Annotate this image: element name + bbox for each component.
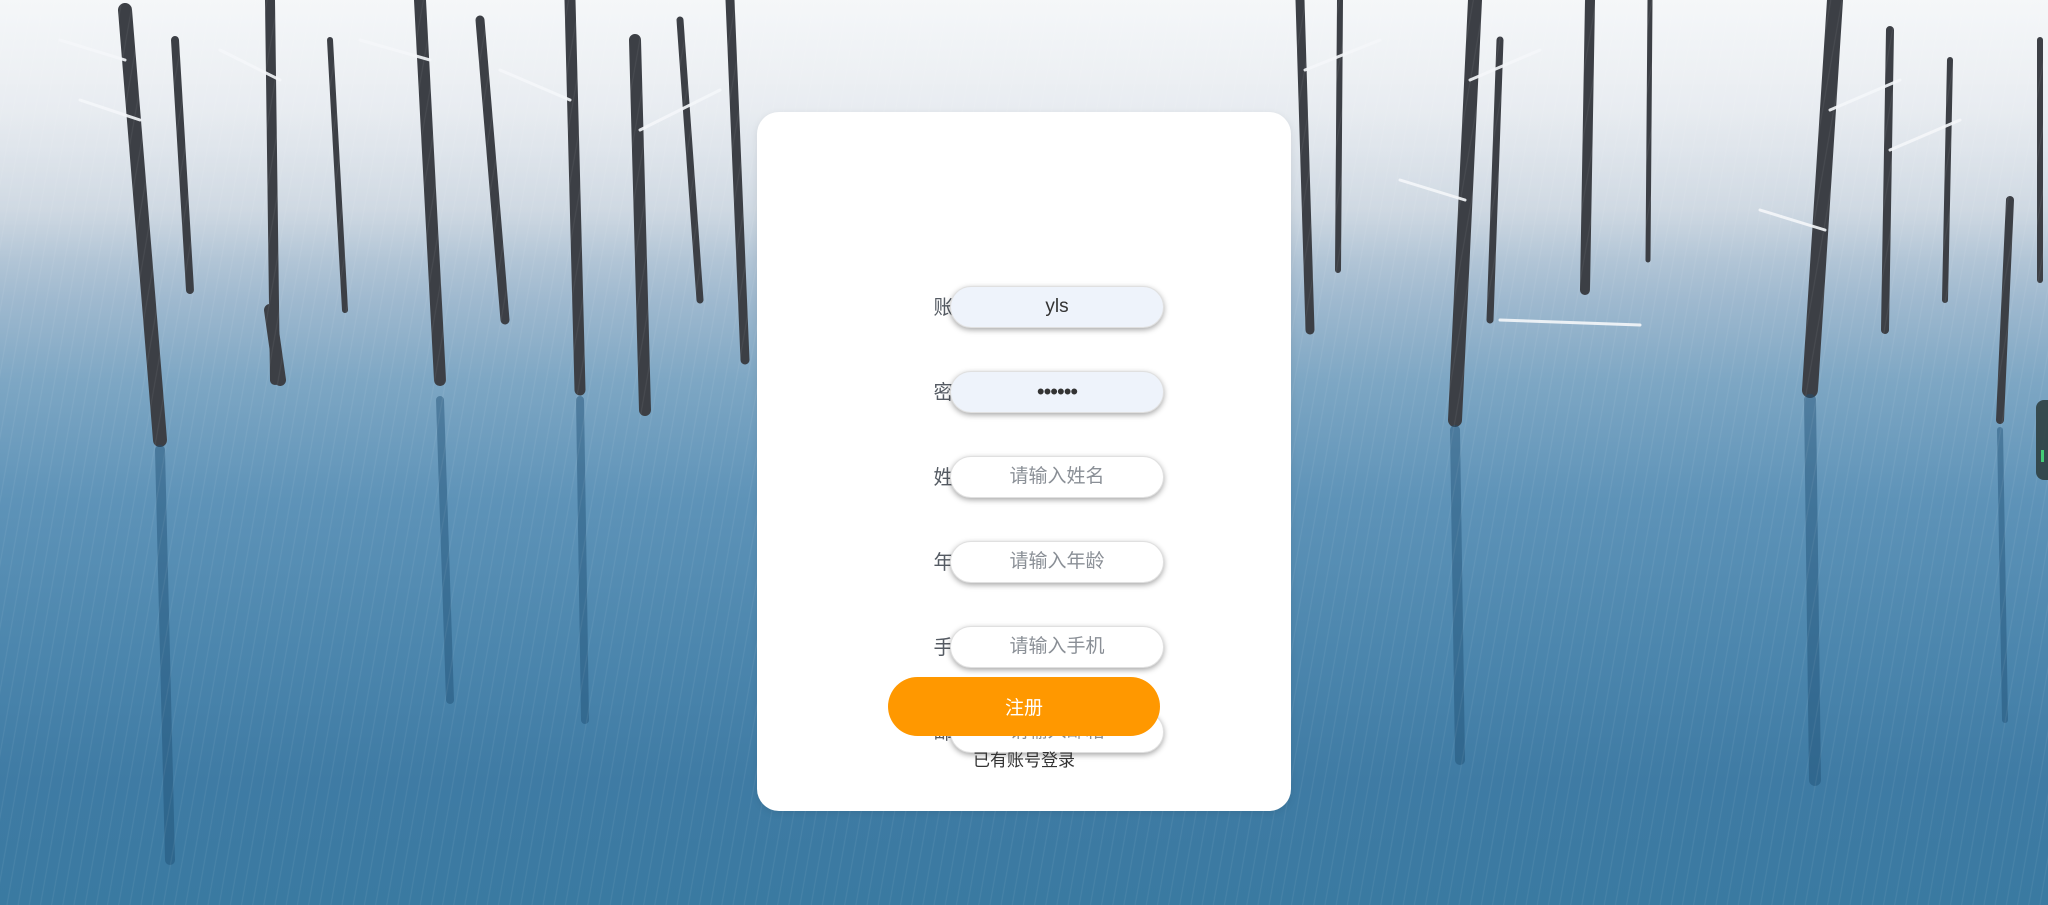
- name-input[interactable]: [950, 456, 1164, 498]
- form-row-account: 账号:: [757, 283, 1291, 333]
- form-row-name: 姓名:: [757, 453, 1291, 503]
- form-row-password: 密码:: [757, 368, 1291, 418]
- register-button[interactable]: 注册: [888, 677, 1160, 736]
- form-row-age: 年龄:: [757, 538, 1291, 588]
- form-row-phone: 手机:: [757, 623, 1291, 673]
- password-input[interactable]: [950, 371, 1164, 413]
- register-card: 账号: 密码: 姓名: 年龄: 手机: 邮箱: 注册 已有账号登录: [757, 112, 1291, 811]
- phone-input[interactable]: [950, 626, 1164, 668]
- age-input[interactable]: [950, 541, 1164, 583]
- side-drawer-handle-icon[interactable]: [2036, 400, 2048, 480]
- account-input[interactable]: [950, 286, 1164, 328]
- login-link[interactable]: 已有账号登录: [757, 749, 1291, 773]
